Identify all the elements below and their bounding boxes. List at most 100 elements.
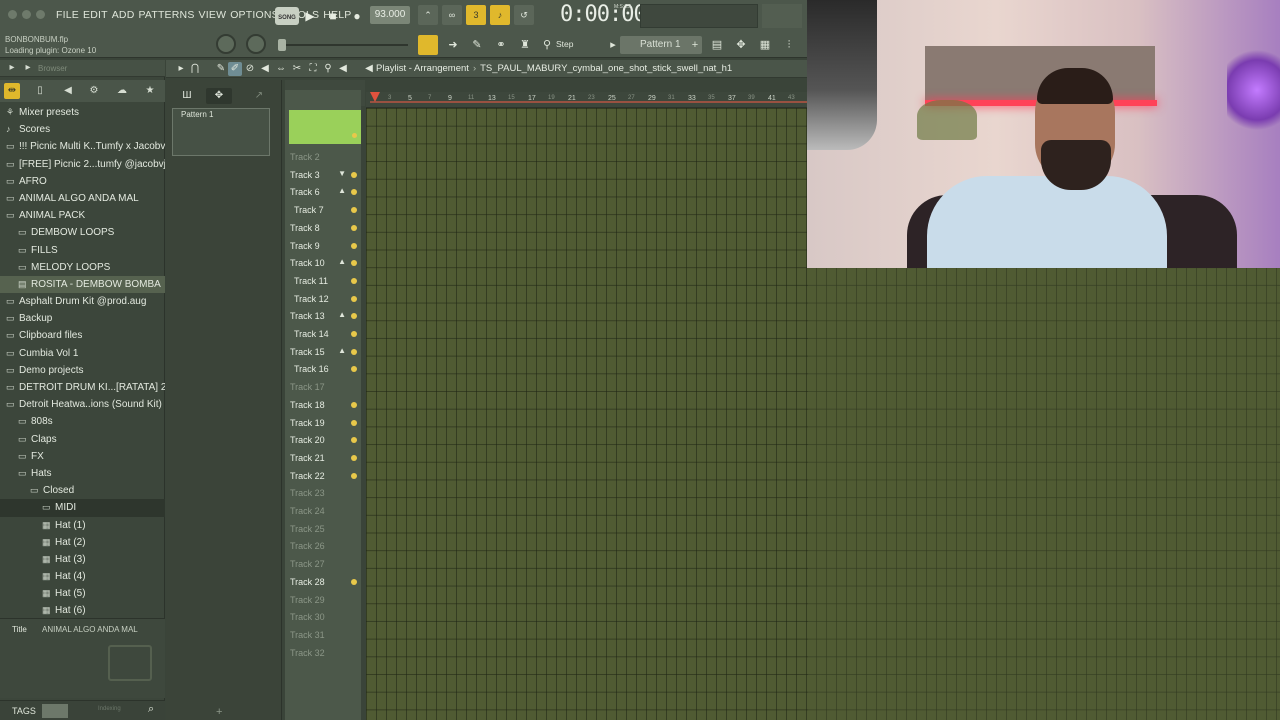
stamp-icon[interactable]: ♜ — [516, 36, 534, 54]
track-header[interactable]: Track 18 — [285, 396, 361, 414]
track-header[interactable]: Track 22 — [285, 467, 361, 485]
pattern-add-icon[interactable]: + — [686, 36, 704, 54]
browser-item[interactable]: ▭ Asphalt Drum Kit @prod.aug — [0, 293, 165, 310]
zoom-tool-icon[interactable]: ⚲ — [321, 62, 335, 76]
menu-item-view[interactable]: VIEW — [199, 9, 227, 21]
menu-item-edit[interactable]: EDIT — [83, 9, 108, 21]
track-header[interactable]: Track 7 — [285, 201, 361, 219]
track-header[interactable]: Track 11 — [285, 272, 361, 290]
pattern-clip[interactable]: Pattern 1 — [172, 108, 270, 156]
browser-item[interactable]: ▭ Hats — [0, 465, 165, 482]
track-header[interactable]: Track 9 — [285, 237, 361, 255]
track-led-icon[interactable] — [351, 578, 357, 585]
track-header[interactable]: Track 30 — [285, 608, 361, 626]
track-collapse-icon[interactable]: ▼ — [338, 169, 346, 178]
track-led-icon[interactable] — [351, 171, 357, 178]
playlist-view-icon[interactable]: ▤ — [708, 36, 726, 54]
slip-tool-icon[interactable]: ⇔ — [274, 62, 288, 76]
track-header[interactable]: Track 21 — [285, 449, 361, 467]
menu-item-patterns[interactable]: PATTERNS — [138, 9, 194, 21]
slice-tool-icon[interactable]: ✂ — [290, 62, 304, 76]
arrow-right-icon[interactable]: ➜ — [444, 36, 462, 54]
playback-tool-icon[interactable]: ◀ — [336, 62, 350, 76]
timeline-ruler[interactable]: 3 5 7 9 11 13 15 17 19 21 23 25 27 29 31 33 35 37 39 41 43 — [366, 92, 808, 108]
picker-extra-icon[interactable]: ↗ — [246, 88, 272, 104]
track-header[interactable]: Track 3 ▼ — [285, 166, 361, 184]
browser-item[interactable]: ▤ ROSITA - DEMBOW BOMBA — [0, 275, 165, 294]
browser-item[interactable]: ▭ [FREE] Picnic 2...tumfy @jacobvj1) — [0, 156, 165, 173]
browser-item[interactable]: ▭ Claps — [0, 431, 165, 448]
delete-tool-icon[interactable]: ⊘ — [243, 62, 257, 76]
track-header[interactable]: Track 10 ▲ — [285, 254, 361, 272]
track-collapse-icon[interactable]: ▲ — [338, 186, 346, 195]
browser-item[interactable]: ▭ MELODY LOOPS — [0, 259, 165, 276]
master-volume-knob[interactable] — [216, 34, 236, 54]
browser-item[interactable]: ▦ Hat (2) — [0, 534, 165, 551]
browser-item[interactable]: ⚘ Mixer presets — [0, 104, 165, 121]
browser-item[interactable]: ▭ !!! Picnic Multi K..Tumfy x Jacobvj)) — [0, 138, 165, 155]
track-header[interactable]: Track 19 — [285, 414, 361, 432]
stop-icon[interactable]: ■ — [323, 6, 343, 26]
track-led-icon[interactable] — [351, 224, 357, 231]
track-header[interactable]: Track 32 — [285, 644, 361, 662]
track-led-icon[interactable] — [351, 207, 357, 214]
track-header[interactable]: Track 23 — [285, 484, 361, 502]
track-header[interactable]: Track 28 — [285, 573, 361, 591]
track-led-icon[interactable] — [351, 313, 357, 320]
tags-input[interactable] — [42, 704, 68, 718]
browser-item[interactable]: ▭ 808s — [0, 413, 165, 430]
track-led-icon[interactable] — [351, 189, 357, 196]
browser-item[interactable]: ▭ Demo projects — [0, 362, 165, 379]
menu-item-options[interactable]: OPTIONS — [230, 9, 279, 21]
step-icon[interactable]: ⚲ — [538, 36, 556, 54]
audio-clip[interactable] — [289, 110, 361, 144]
browser-item[interactable]: ▭ Cumbia Vol 1 — [0, 345, 165, 362]
browser-item[interactable]: ▭ Detroit Heatwa..ions (Sound Kit) — [0, 396, 165, 413]
track-header[interactable]: Track 12 — [285, 290, 361, 308]
browser-favorites-icon[interactable]: ★ — [142, 83, 158, 99]
track-header[interactable]: Track 16 — [285, 360, 361, 378]
track-led-icon[interactable] — [351, 242, 357, 249]
menu-item-add[interactable]: ADD — [112, 9, 135, 21]
wait-record-icon[interactable]: ∞ — [442, 5, 462, 25]
browser-item[interactable]: ▦ Hat (3) — [0, 551, 165, 568]
track-header[interactable]: Track 29 — [285, 591, 361, 609]
magnet-icon[interactable]: ⋂ — [188, 62, 202, 76]
track-collapse-icon[interactable]: ▲ — [338, 257, 346, 266]
track-led-icon[interactable] — [351, 295, 357, 302]
browser-cloud-icon[interactable]: ☁ — [114, 83, 130, 99]
track-led-icon[interactable] — [351, 331, 357, 337]
browser-item[interactable]: ▭ ANIMAL PACK — [0, 207, 165, 224]
track-led-icon[interactable] — [351, 260, 357, 267]
search-icon[interactable]: ⌕ — [148, 703, 154, 716]
draw-tool-icon[interactable]: ✎ — [214, 62, 228, 76]
snap-icon[interactable] — [418, 35, 438, 55]
browser-speaker-icon[interactable]: ◀ — [60, 83, 76, 99]
mixer-view-icon[interactable]: ⫶ — [780, 36, 798, 54]
browser-plugins-icon[interactable]: ⚙ — [86, 83, 102, 99]
picker-audio-icon[interactable]: ✥ — [206, 88, 232, 104]
track-header[interactable]: Track 17 — [285, 378, 361, 396]
select-tool-icon[interactable]: ⛶ — [306, 62, 320, 76]
browser-item[interactable]: ▭ FILLS — [0, 242, 165, 259]
mute-tool-icon[interactable]: ◀ — [258, 62, 272, 76]
browser-item[interactable]: ▭ Closed — [0, 482, 165, 499]
track-led-icon[interactable] — [351, 454, 357, 461]
browser-item[interactable]: ▦ Hat (4) — [0, 568, 165, 585]
close-window-icon[interactable] — [8, 10, 17, 19]
track-header[interactable]: Track 25 — [285, 520, 361, 538]
countdown-icon[interactable]: 3 — [466, 5, 486, 25]
play-icon[interactable]: ▶ — [300, 6, 320, 26]
link-icon[interactable]: ⚭ — [492, 36, 510, 54]
track-header[interactable]: Track 26 — [285, 537, 361, 555]
arrow-icon[interactable]: ▸ — [20, 60, 36, 76]
browser-item[interactable]: ▭ FX — [0, 448, 165, 465]
track-collapse-icon[interactable]: ▲ — [338, 346, 346, 355]
browser-item[interactable]: ▭ MIDI — [0, 499, 165, 517]
maximize-window-icon[interactable] — [36, 10, 45, 19]
picker-patterns-icon[interactable]: Ш — [174, 88, 200, 104]
track-led-icon[interactable] — [351, 472, 357, 479]
metronome-icon[interactable]: ⌃ — [418, 5, 438, 25]
browser-item[interactable]: ▦ Hat (1) — [0, 517, 165, 534]
track-header[interactable]: Track 24 — [285, 502, 361, 520]
